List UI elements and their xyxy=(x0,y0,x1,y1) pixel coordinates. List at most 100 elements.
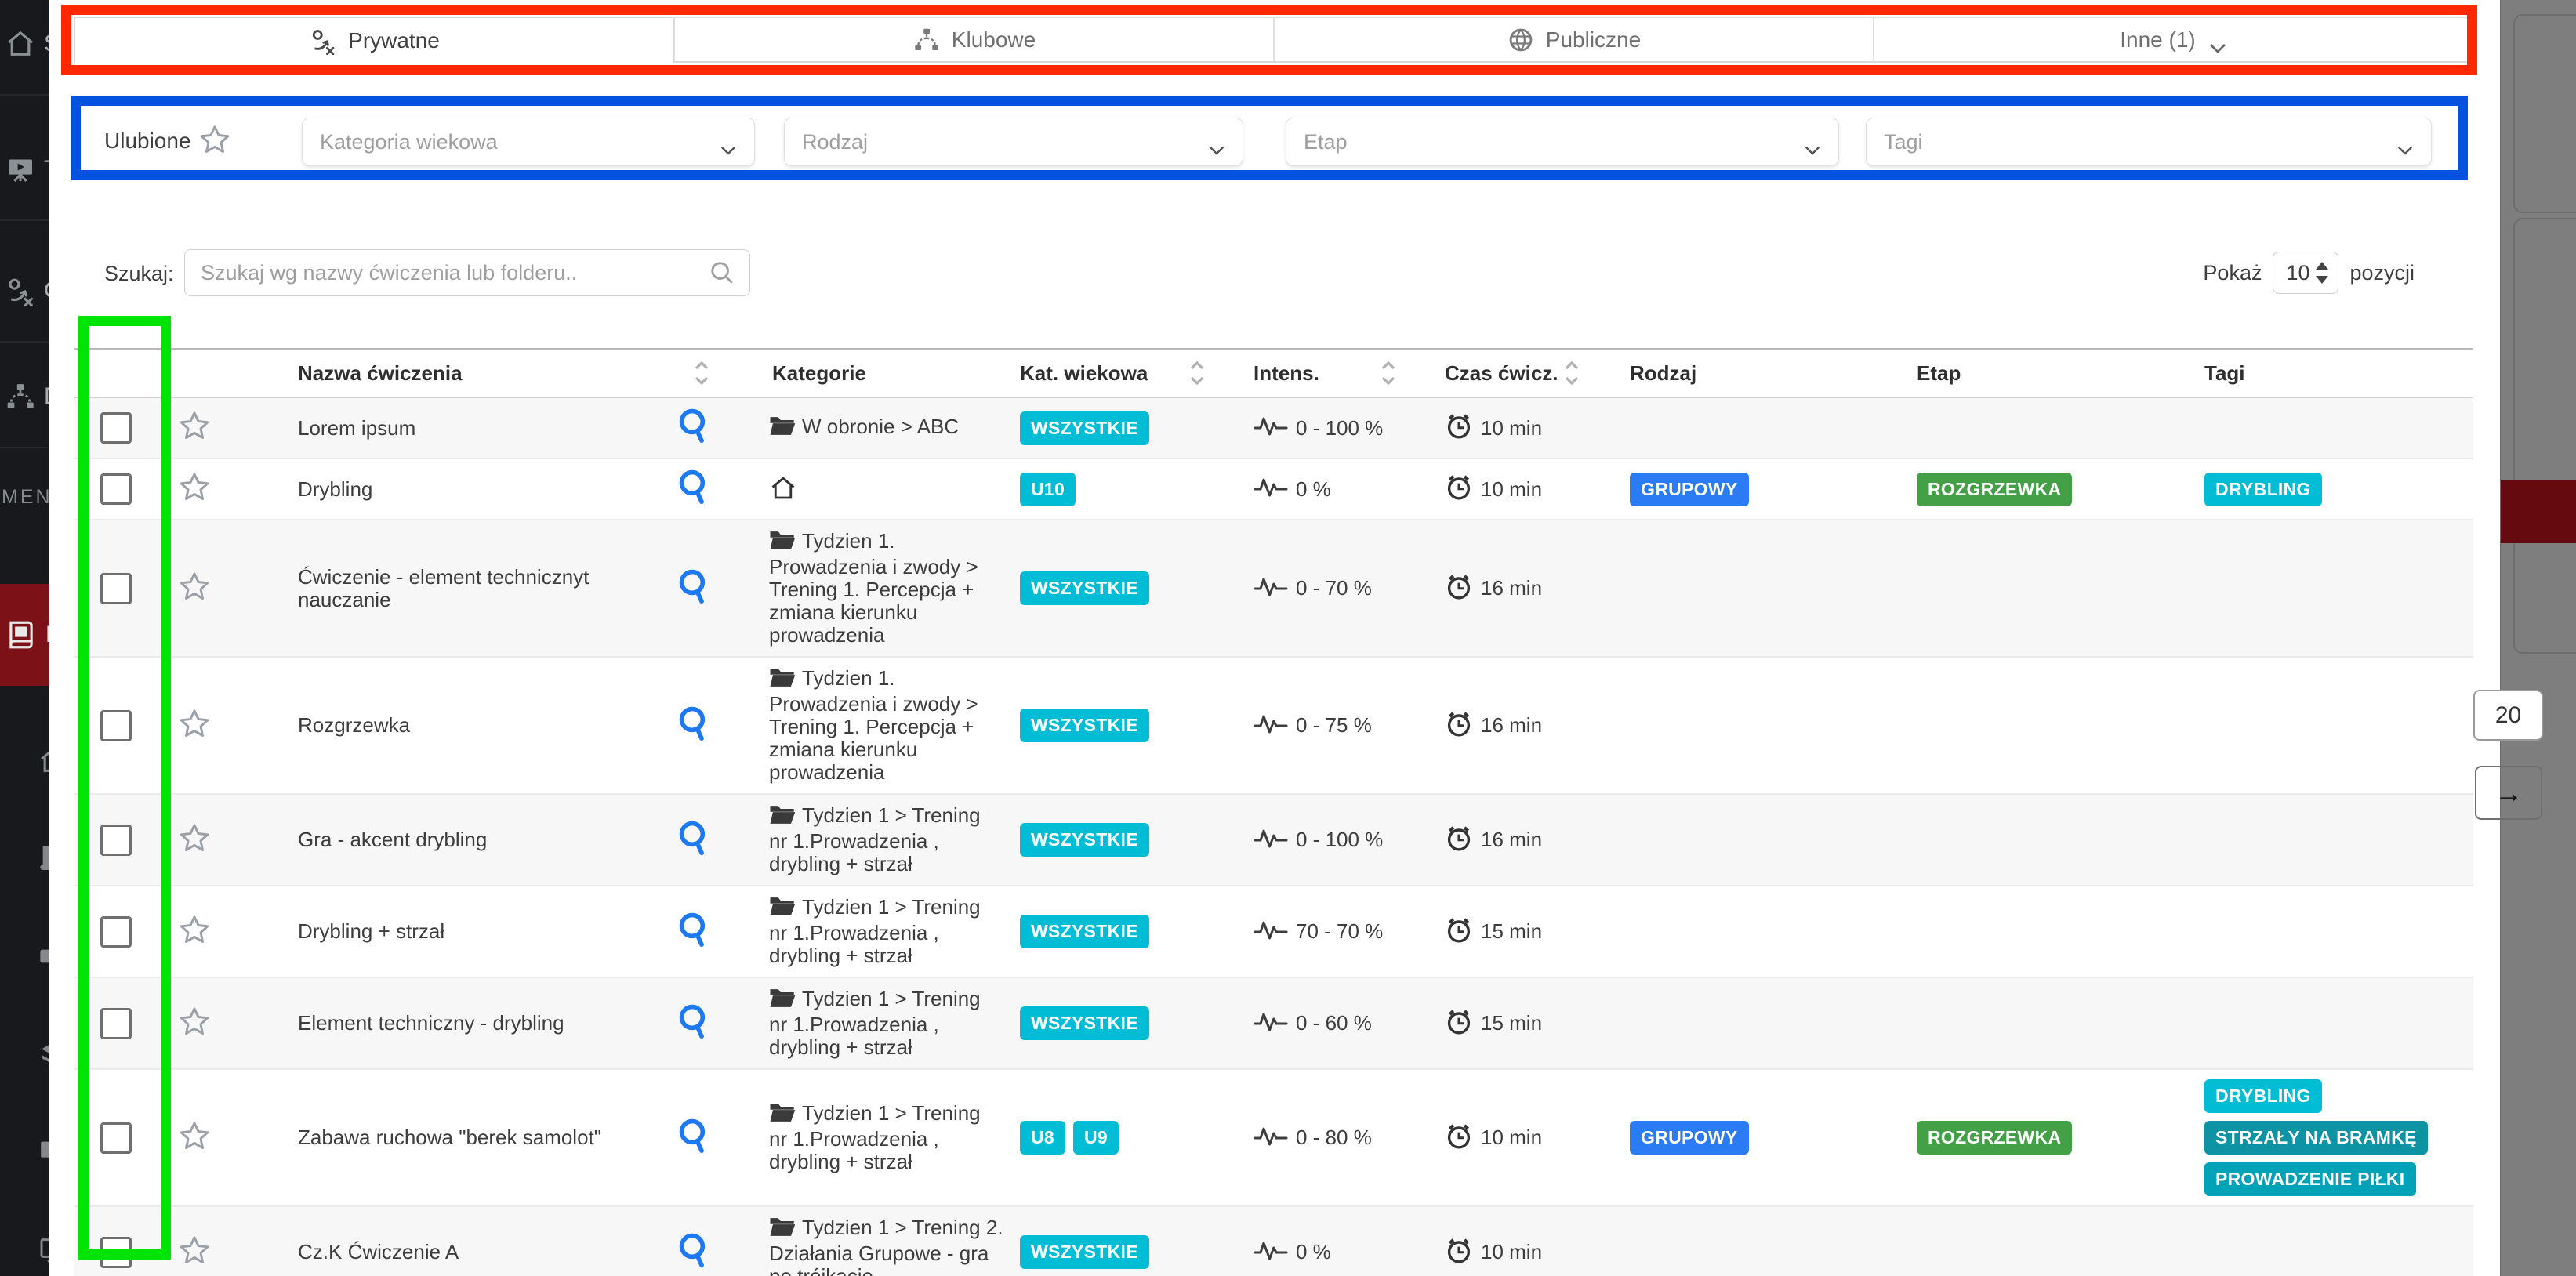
sidebar-subitem-2[interactable] xyxy=(38,941,49,972)
tab-3[interactable]: Inne (1) xyxy=(1874,17,2473,63)
favorite-star-icon[interactable] xyxy=(178,708,211,744)
filter-dropdown-0[interactable]: Kategoria wiekowa xyxy=(302,118,755,166)
header-name[interactable]: Nazwa ćwiczenia xyxy=(231,350,749,397)
category-path: Tydzien 1 > Trening nr 1.Prowadzenia , d… xyxy=(769,1101,981,1173)
rodzaj-cell xyxy=(1611,579,1901,598)
intensity-value: 0 % xyxy=(1296,478,1331,501)
row-checkbox[interactable] xyxy=(100,1122,132,1154)
tab-1[interactable]: Klubowe xyxy=(674,17,1274,63)
favorite-star-icon[interactable] xyxy=(178,914,211,950)
folder-icon xyxy=(769,530,796,556)
duration-value: 10 min xyxy=(1481,1241,1542,1263)
age-badge: WSZYSTKIE xyxy=(1020,709,1149,742)
dimmed-red-band xyxy=(2501,480,2576,543)
favorite-star-icon[interactable] xyxy=(178,1006,211,1042)
duration-cell: 10 min xyxy=(1423,463,1611,515)
age-badge: WSZYSTKIE xyxy=(1020,411,1149,445)
preview-zoom-icon[interactable] xyxy=(677,1118,710,1158)
age-badge: WSZYSTKIE xyxy=(1020,1006,1149,1040)
preview-zoom-icon[interactable] xyxy=(677,912,710,952)
header-intens[interactable]: Intens. xyxy=(1235,350,1423,397)
favorite-star-icon[interactable] xyxy=(178,1120,211,1156)
tab-label: Prywatne xyxy=(348,28,440,53)
preview-zoom-icon[interactable] xyxy=(677,1232,710,1273)
row-checkbox[interactable] xyxy=(100,710,132,741)
pulse-icon xyxy=(1254,1238,1288,1267)
sidebar-subitem-1[interactable] xyxy=(38,843,49,874)
table-row: Lorem ipsum W obronie > ABC WSZYSTKIE 0 … xyxy=(74,398,2473,459)
sidebar-subitem-4[interactable] xyxy=(38,1136,49,1168)
preview-zoom-icon[interactable] xyxy=(677,705,710,746)
row-zoom-cell xyxy=(639,696,749,756)
sidebar-subitem-0[interactable] xyxy=(38,745,49,776)
tab-2[interactable]: Publiczne xyxy=(1274,17,1874,63)
intensity-cell: 0 - 70 % xyxy=(1235,564,1423,613)
pulse-icon xyxy=(1254,1123,1288,1153)
chevron-down-icon xyxy=(2396,137,2414,147)
row-checkbox[interactable] xyxy=(100,1008,132,1039)
intensity-value: 0 - 60 % xyxy=(1296,1012,1372,1035)
sort-icon[interactable] xyxy=(1381,359,1396,387)
sidebar-subitem-3[interactable] xyxy=(38,1039,49,1070)
album-icon xyxy=(5,618,38,651)
rodzaj-cell xyxy=(1611,716,1901,735)
favorite-star-icon[interactable] xyxy=(178,410,211,446)
sidebar-item-2[interactable]: Ć xyxy=(0,269,49,313)
rodzaj-cell xyxy=(1611,1014,1901,1033)
row-star-cell xyxy=(157,698,231,753)
category-path: Tydzien 1. Prowadzenia i zwody > Trening… xyxy=(769,529,978,647)
favorite-star-icon[interactable] xyxy=(178,822,211,858)
preview-zoom-icon[interactable] xyxy=(677,408,710,448)
age-category-cell: U10 xyxy=(1011,463,1235,516)
sort-icon[interactable] xyxy=(1564,359,1580,387)
duration-cell: 16 min xyxy=(1423,814,1611,866)
preview-zoom-icon[interactable] xyxy=(677,1003,710,1044)
page-size-value: 10 xyxy=(2286,261,2309,285)
row-checkbox[interactable] xyxy=(100,916,132,948)
filter-dropdown-1[interactable]: Rodzaj xyxy=(784,118,1243,166)
header-katw[interactable]: Kat. wiekowa xyxy=(1011,350,1235,397)
row-checkbox[interactable] xyxy=(100,1237,132,1268)
row-checkbox[interactable] xyxy=(100,412,132,444)
chevron-down-icon xyxy=(1208,137,1225,147)
folder-icon xyxy=(769,415,796,441)
preview-zoom-icon[interactable] xyxy=(677,469,710,509)
intensity-value: 0 - 75 % xyxy=(1296,714,1372,737)
category-cell: W obronie > ABC xyxy=(749,406,1011,451)
etap-cell xyxy=(1901,716,2187,735)
folder-icon xyxy=(769,667,796,693)
tab-label: Publiczne xyxy=(1546,27,1641,53)
sidebar-subitem-5[interactable] xyxy=(38,1234,49,1266)
header-czas[interactable]: Czas ćwicz. xyxy=(1423,350,1611,397)
row-checkbox[interactable] xyxy=(100,825,132,856)
sidebar-item-1[interactable]: T xyxy=(0,147,49,191)
sidebar-divider xyxy=(0,341,49,343)
sort-icon[interactable] xyxy=(694,359,709,387)
favorites-star-icon[interactable] xyxy=(198,124,231,157)
filter-dropdown-3[interactable]: Tagi xyxy=(1866,118,2432,166)
search-input[interactable] xyxy=(199,260,709,286)
row-checkbox[interactable] xyxy=(100,573,132,604)
row-checkbox-cell xyxy=(74,403,157,453)
preview-zoom-icon[interactable] xyxy=(677,568,710,609)
page-size-select[interactable]: 10 xyxy=(2273,252,2338,294)
tags-cell xyxy=(2187,831,2473,850)
favorite-star-icon[interactable] xyxy=(178,1234,211,1271)
filter-dropdown-2[interactable]: Etap xyxy=(1286,118,1839,166)
age-category-cell: WSZYSTKIE xyxy=(1011,814,1235,866)
tab-0[interactable]: Prywatne xyxy=(74,17,674,63)
exercise-name: Gra - akcent drybling xyxy=(231,819,639,861)
intensity-cell: 0 - 100 % xyxy=(1235,404,1423,452)
sidebar-item-0[interactable]: S xyxy=(0,22,49,66)
next-arrow-button[interactable]: → xyxy=(2475,766,2542,820)
favorite-star-icon[interactable] xyxy=(178,571,211,607)
rodzaj-cell xyxy=(1611,923,1901,941)
preview-zoom-icon[interactable] xyxy=(677,820,710,861)
sort-icon[interactable] xyxy=(1189,359,1205,387)
sidebar-item-active[interactable]: D xyxy=(0,584,49,686)
sidebar-item-3[interactable]: D xyxy=(0,375,49,419)
row-checkbox[interactable] xyxy=(100,473,132,505)
favorite-star-icon[interactable] xyxy=(178,471,211,507)
book-icon xyxy=(38,864,49,877)
page-number-box[interactable]: 20 xyxy=(2473,690,2543,741)
